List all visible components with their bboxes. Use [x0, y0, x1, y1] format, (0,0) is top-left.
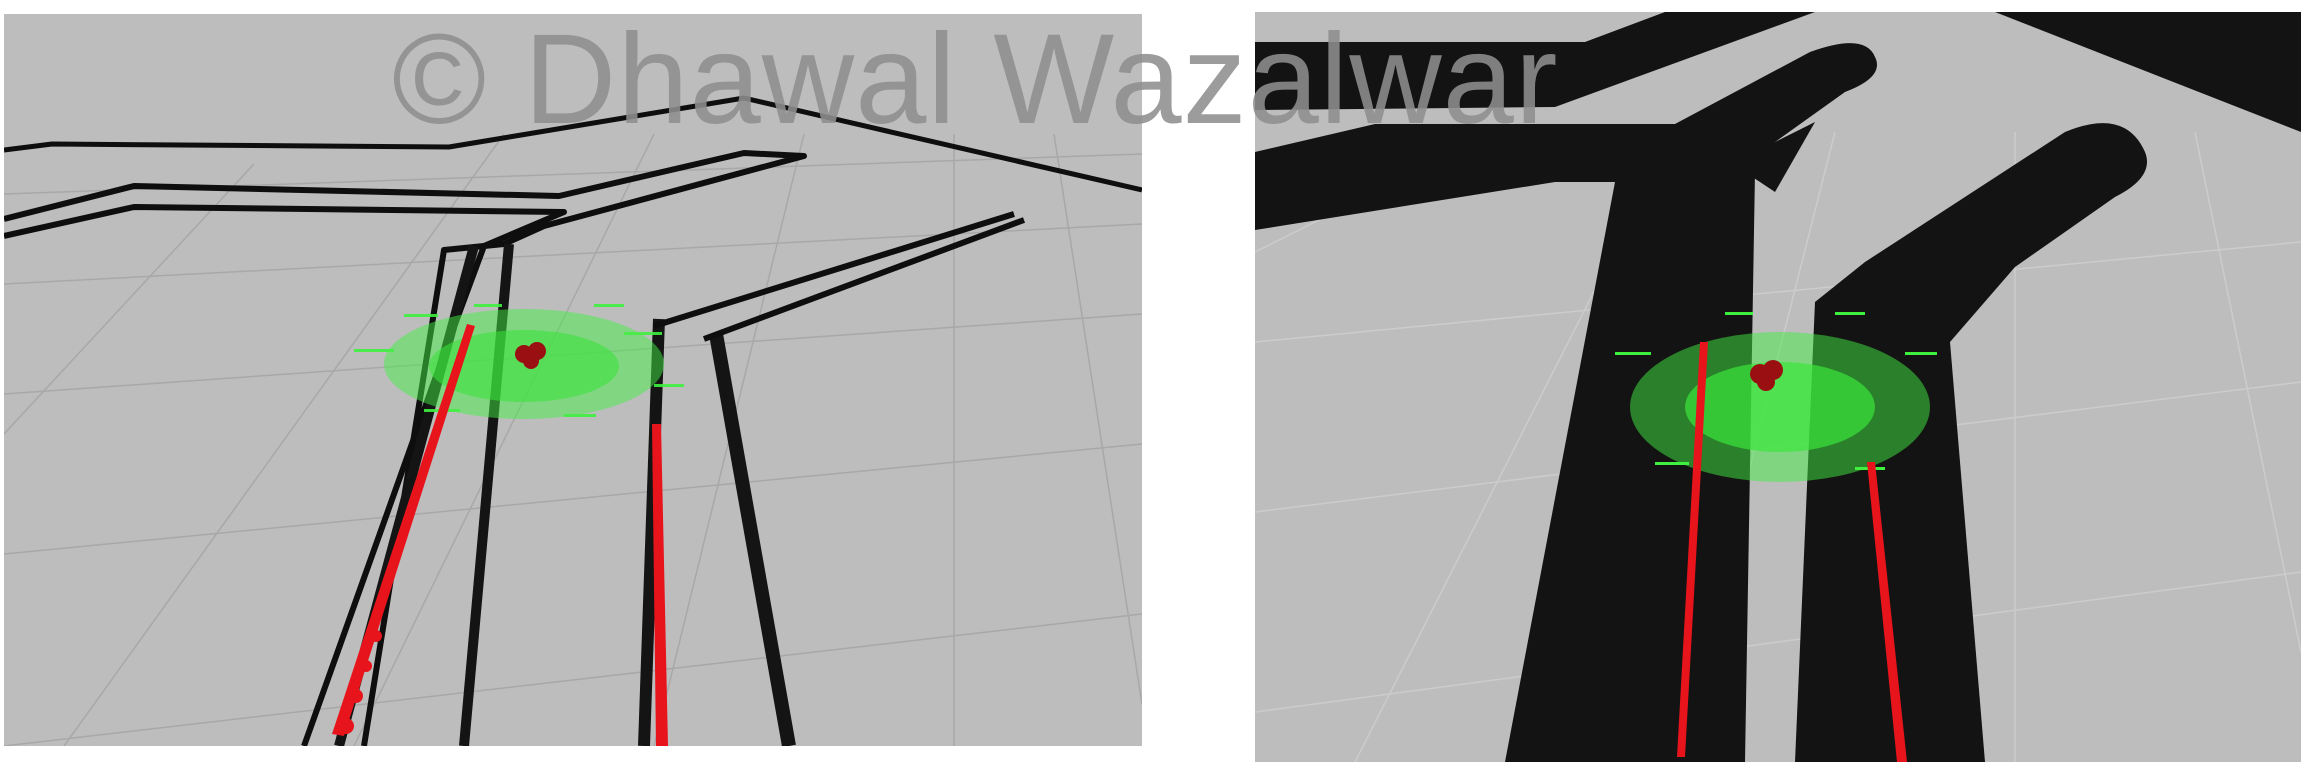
copyright-watermark: © Dhawal Wazalwar	[392, 8, 1559, 151]
